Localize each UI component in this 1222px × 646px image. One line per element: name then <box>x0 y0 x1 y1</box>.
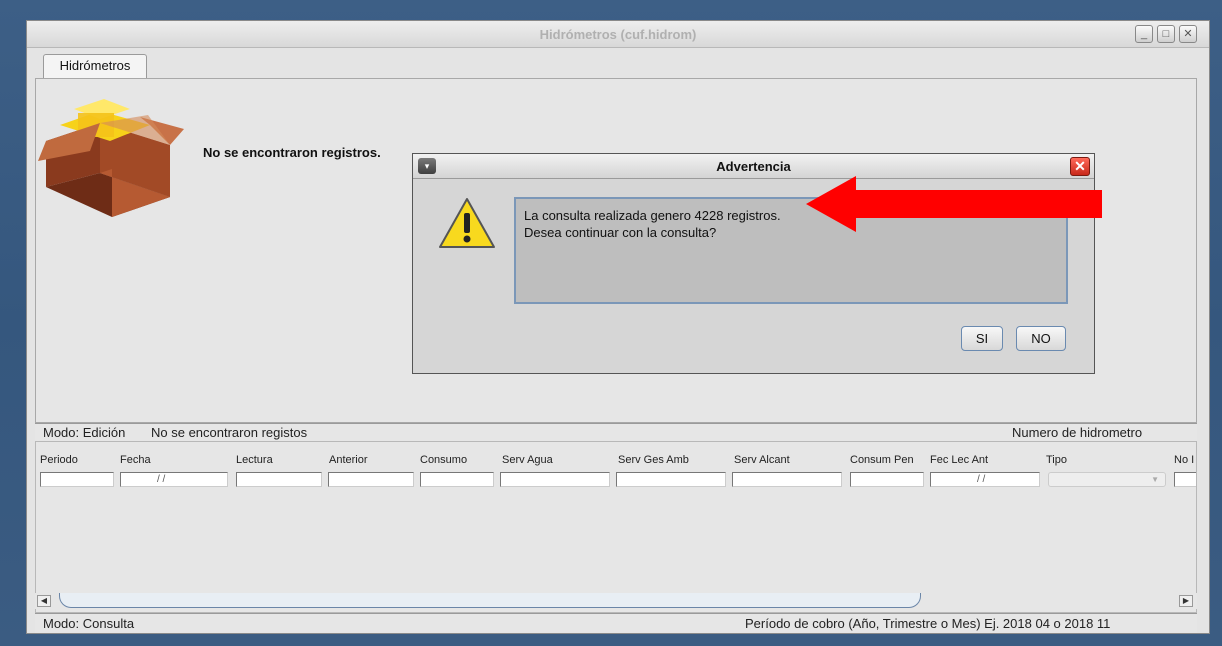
horizontal-scrollbar[interactable]: ◀ ▶ <box>35 593 1197 609</box>
column-header-serv-alcant: Serv Alcant <box>734 454 790 466</box>
no-button[interactable]: NO <box>1016 326 1066 351</box>
column-header-fec-lec-ant: Fec Lec Ant <box>930 454 989 466</box>
column-header-lectura: Lectura <box>236 454 273 466</box>
chevron-down-icon: ▼ <box>1151 475 1159 484</box>
maximize-button[interactable]: □ <box>1157 25 1175 43</box>
lectura-input[interactable] <box>236 472 322 487</box>
warning-icon <box>439 198 495 248</box>
app-window: Hidrómetros (cuf.hidrom) _ □ ✕ Hidrómetr… <box>26 20 1210 634</box>
scroll-left-button[interactable]: ◀ <box>37 595 51 607</box>
anterior-input[interactable] <box>328 472 414 487</box>
billing-period-label: Período de cobro (Año, Trimestre o Mes) … <box>745 616 1111 631</box>
column-header-serv-agua: Serv Agua <box>502 454 553 466</box>
serv-agua-input[interactable] <box>500 472 610 487</box>
window-title: Hidrómetros (cuf.hidrom) <box>539 27 697 42</box>
tab-hidrometros[interactable]: Hidrómetros <box>43 54 147 78</box>
si-button[interactable]: SI <box>961 326 1003 351</box>
records-grid: Periodo Fecha Lectura Anterior Consumo S… <box>35 441 1197 613</box>
periodo-input[interactable] <box>40 472 114 487</box>
window-titlebar[interactable]: Hidrómetros (cuf.hidrom) _ □ ✕ <box>27 21 1209 48</box>
red-arrow-annotation <box>806 176 1102 232</box>
column-header-periodo: Periodo <box>40 454 78 466</box>
scroll-right-button[interactable]: ▶ <box>1179 595 1193 607</box>
serv-alcant-input[interactable] <box>732 472 842 487</box>
column-header-fecha: Fecha <box>120 454 151 466</box>
minimize-button[interactable]: _ <box>1135 25 1153 43</box>
fecha-input[interactable]: / / <box>120 472 228 487</box>
scroll-thumb[interactable] <box>59 593 921 608</box>
column-header-consum-pen: Consum Pen <box>850 454 914 466</box>
desktop-background: Hidrómetros (cuf.hidrom) _ □ ✕ Hidrómetr… <box>0 0 1222 646</box>
serv-ges-amb-input[interactable] <box>616 472 726 487</box>
content-panel: No se encontraron registros. ▾ Advertenc… <box>35 78 1197 423</box>
status-bar-consulta: Modo: Consulta Período de cobro (Año, Tr… <box>35 613 1197 633</box>
column-header-tipo: Tipo <box>1046 454 1067 466</box>
dialog-title: Advertencia <box>716 159 791 174</box>
hydrometer-number-label: Numero de hidrometro <box>1012 425 1143 440</box>
fec-lec-ant-input[interactable]: / / <box>930 472 1040 487</box>
package-box-icon <box>38 99 184 217</box>
close-window-button[interactable]: ✕ <box>1179 25 1197 43</box>
status-message: No se encontraron registos <box>151 425 308 440</box>
consulta-mode: Modo: Consulta <box>43 616 135 631</box>
no-input[interactable] <box>1174 472 1196 487</box>
dialog-close-button[interactable]: ✕ <box>1070 157 1090 176</box>
column-header-anterior: Anterior <box>329 454 368 466</box>
consum-pen-input[interactable] <box>850 472 924 487</box>
status-bar-edit: Modo: Edición No se encontraron registos… <box>35 423 1197 441</box>
tipo-select[interactable]: ▼ <box>1048 472 1166 487</box>
column-header-no: No I <box>1174 454 1195 466</box>
no-records-message: No se encontraron registros. <box>203 145 381 160</box>
column-header-serv-ges-amb: Serv Ges Amb <box>618 454 689 466</box>
consumo-input[interactable] <box>420 472 494 487</box>
status-mode: Modo: Edición <box>43 425 126 440</box>
column-header-consumo: Consumo <box>420 454 468 466</box>
